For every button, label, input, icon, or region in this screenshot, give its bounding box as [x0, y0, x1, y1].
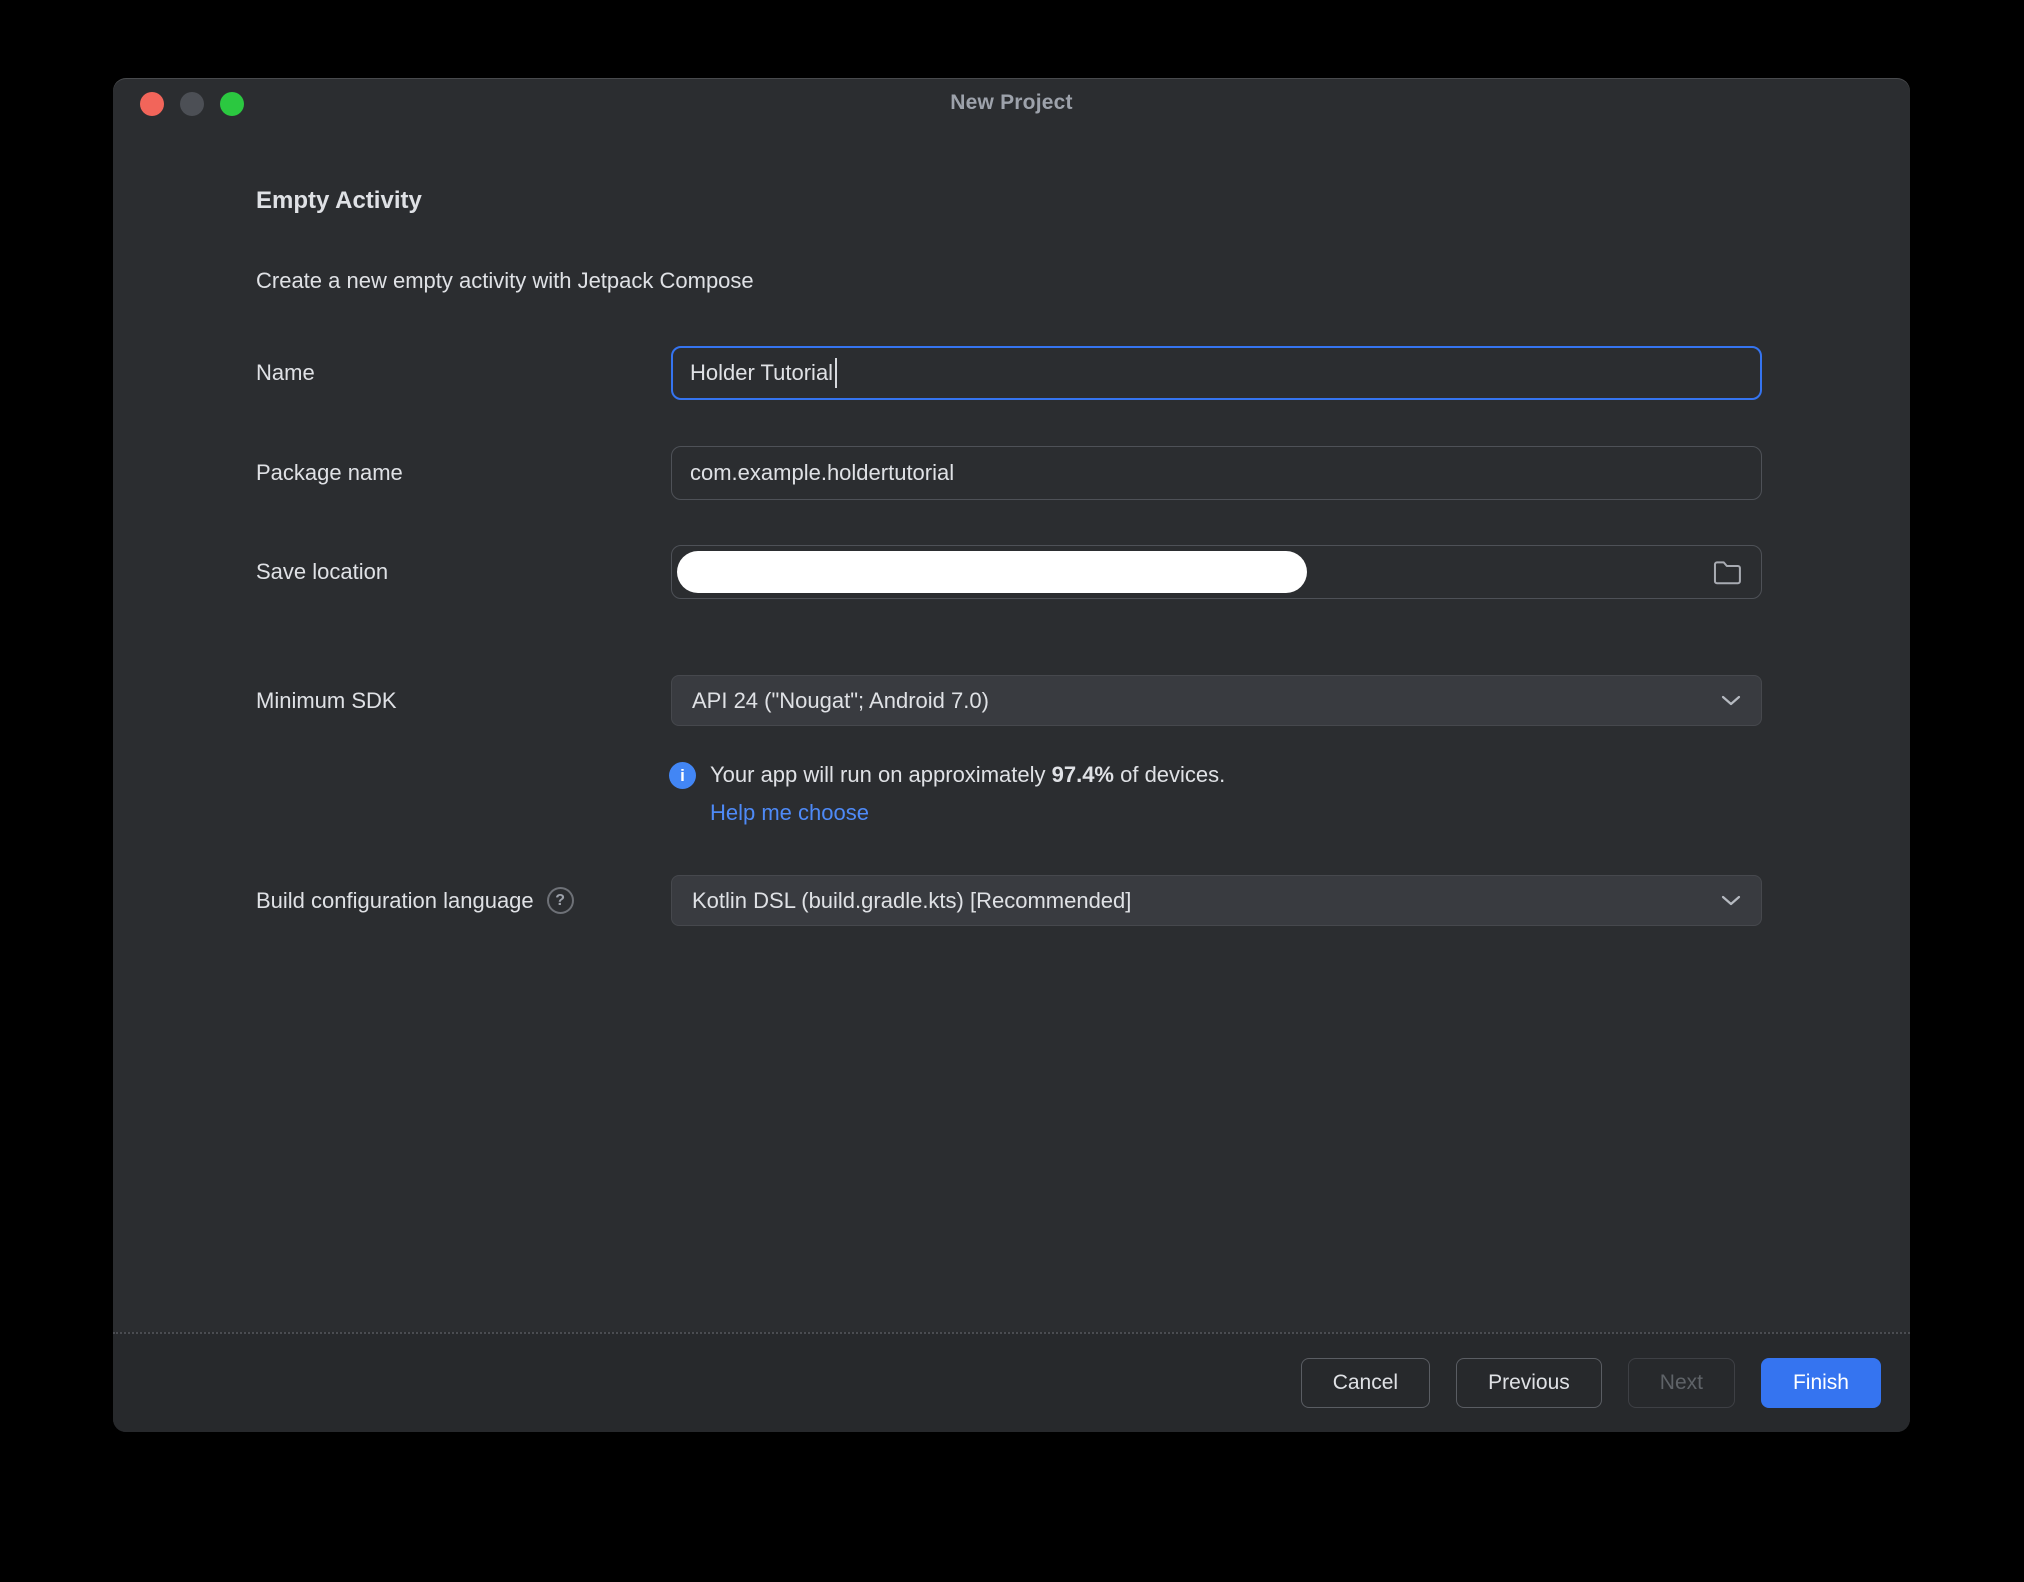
minimum-sdk-selected-value: API 24 ("Nougat"; Android 7.0) [692, 687, 989, 713]
sdk-coverage-info: i Your app will run on approximately 97.… [669, 760, 1762, 790]
chevron-down-icon [1721, 895, 1741, 906]
save-location-row: Save location [256, 545, 1762, 599]
help-me-choose-link[interactable]: Help me choose [710, 798, 869, 828]
finish-button[interactable]: Finish [1760, 1358, 1881, 1408]
minimize-button [180, 92, 204, 116]
package-name-row: Package name com.example.holdertutorial [256, 446, 1762, 500]
chevron-down-icon [1721, 695, 1741, 706]
dialog-content: Empty Activity Create a new empty activi… [113, 140, 1910, 1332]
sdk-coverage-text: Your app will run on approximately 97.4%… [710, 760, 1225, 790]
name-row: Name Holder Tutorial [256, 346, 1762, 400]
cancel-button[interactable]: Cancel [1300, 1358, 1431, 1408]
new-project-dialog: New Project Empty Activity Create a new … [113, 78, 1910, 1432]
close-button[interactable] [140, 92, 164, 116]
info-icon: i [669, 762, 696, 789]
save-location-label: Save location [256, 559, 389, 584]
next-button[interactable]: Next [1627, 1358, 1735, 1408]
package-name-input-value: com.example.holdertutorial [690, 460, 955, 485]
save-location-input[interactable] [671, 545, 1762, 599]
name-input-value: Holder Tutorial [690, 360, 834, 385]
name-label: Name [256, 360, 315, 385]
build-config-label-text: Build configuration language [256, 887, 534, 913]
text-cursor [835, 358, 838, 388]
build-config-row: Build configuration language ? Kotlin DS… [256, 875, 1762, 926]
build-config-label: Build configuration language ? [256, 887, 671, 914]
build-config-selected-value: Kotlin DSL (build.gradle.kts) [Recommend… [692, 887, 1132, 913]
traffic-lights [140, 92, 244, 116]
save-location-redacted-value [677, 551, 1307, 593]
page-title: Empty Activity [256, 187, 422, 214]
titlebar: New Project [113, 78, 1910, 140]
name-input[interactable]: Holder Tutorial [671, 346, 1762, 400]
minimum-sdk-row: Minimum SDK API 24 ("Nougat"; Android 7.… [256, 675, 1762, 726]
package-name-label: Package name [256, 460, 403, 485]
sdk-coverage-text-before: Your app will run on approximately [710, 762, 1052, 787]
browse-folder-button[interactable] [1697, 550, 1757, 594]
build-config-dropdown[interactable]: Kotlin DSL (build.gradle.kts) [Recommend… [671, 875, 1762, 926]
screenshot-canvas: New Project Empty Activity Create a new … [0, 0, 2024, 1582]
help-icon[interactable]: ? [546, 887, 574, 914]
window-title: New Project [950, 91, 1073, 114]
dialog-footer: Cancel Previous Next Finish [113, 1332, 1910, 1432]
sdk-coverage-percentage: 97.4% [1051, 762, 1114, 787]
minimum-sdk-dropdown[interactable]: API 24 ("Nougat"; Android 7.0) [671, 675, 1762, 726]
package-name-input[interactable]: com.example.holdertutorial [671, 446, 1762, 500]
minimum-sdk-label: Minimum SDK [256, 687, 397, 713]
folder-icon [1712, 559, 1743, 586]
zoom-button[interactable] [220, 92, 244, 116]
page-subtitle: Create a new empty activity with Jetpack… [256, 268, 754, 293]
sdk-coverage-text-after: of devices. [1114, 762, 1226, 787]
previous-button[interactable]: Previous [1456, 1358, 1602, 1408]
